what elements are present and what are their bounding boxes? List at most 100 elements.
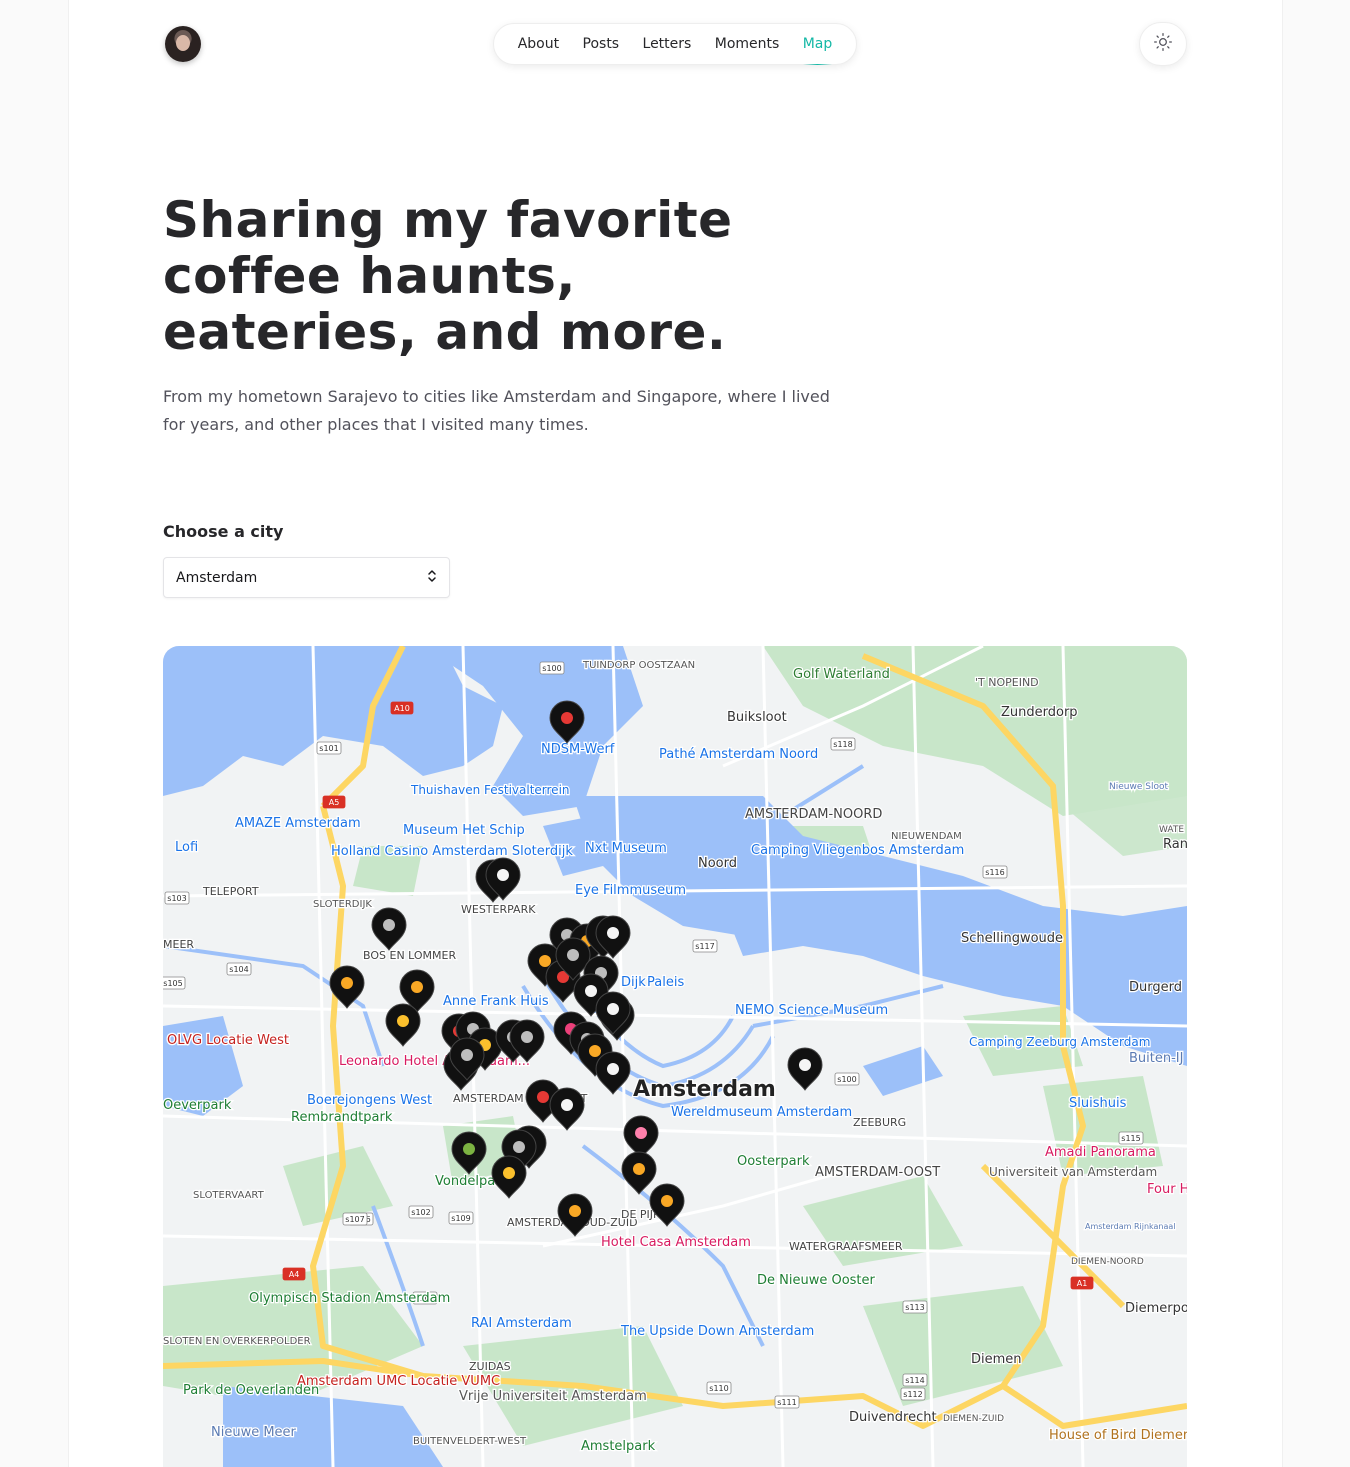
map-pin-cocktail-icon (497, 869, 509, 881)
nav-posts[interactable]: Posts (583, 36, 620, 52)
nav-about[interactable]: About (518, 36, 559, 52)
road-shield: s109 (448, 1211, 474, 1225)
map-pin-cocktail-icon (607, 1063, 619, 1075)
map-label: SLOTEN EN OVERKERPOLDER (163, 1336, 311, 1347)
road-shield-label: s117 (695, 942, 714, 951)
map-label: Camping Zeeburg Amsterdam (969, 1035, 1150, 1049)
road-shield-label: s112 (903, 1390, 922, 1399)
map-pin-coffee-icon (461, 1049, 473, 1061)
city-select[interactable]: Amsterdam (163, 557, 450, 598)
map-label: Nieuwe Meer (211, 1425, 297, 1440)
city-map[interactable]: A10A5A4A1s101s102s103s104s105s106s107s10… (163, 646, 1187, 1467)
map-label: MEER (163, 938, 194, 951)
road-shield-label: s115 (1121, 1134, 1140, 1143)
map-canvas[interactable]: A10A5A4A1s101s102s103s104s105s106s107s10… (163, 646, 1187, 1467)
map-label: Nieuwe Sloot (1109, 782, 1168, 792)
map-label: De Nieuwe Ooster (757, 1273, 876, 1288)
map-label: NEMO Science Museum (735, 1003, 888, 1018)
map-pin-taco-icon (539, 955, 551, 967)
map-label: Museum Het Schip (403, 823, 525, 838)
avatar[interactable] (165, 26, 201, 62)
map-label: Anne Frank Huis (443, 994, 549, 1009)
map-pin-coffee-icon (383, 919, 395, 931)
map-label: Holland Casino Amsterdam Sloterdijk (331, 844, 573, 859)
map-label: Boerejongens West (307, 1093, 432, 1108)
map-label: Amsterdam (633, 1077, 776, 1102)
map-label: BUITENVELDERT-WEST (413, 1436, 527, 1447)
map-label: Wereldmuseum Amsterdam (671, 1105, 852, 1120)
road-shield-label: s102 (411, 1208, 430, 1217)
map-pin-cocktail-icon (607, 927, 619, 939)
map-pin-taco-icon (411, 981, 423, 993)
map-label: Paleis (647, 975, 684, 990)
map-label: DIEMEN-ZUID (943, 1414, 1004, 1424)
map-label: ZEEBURG (853, 1116, 906, 1129)
map-pin-coffee-icon (521, 1031, 533, 1043)
city-picker-label: Choose a city (163, 522, 284, 541)
sun-icon (1153, 32, 1173, 56)
road-shield: s104 (226, 962, 252, 976)
road-shield: s115 (1118, 1131, 1144, 1145)
map-pin-tree-icon (463, 1143, 475, 1155)
road-shield-label: s113 (905, 1303, 924, 1312)
nav-letters[interactable]: Letters (643, 36, 692, 52)
road-shield: s107 (342, 1212, 368, 1226)
road-shield-label: A1 (1077, 1279, 1088, 1288)
map-pin-cocktail-icon (585, 985, 597, 997)
map-pin-cocktail-icon (799, 1059, 811, 1071)
map-label: Pathé Amsterdam Noord (659, 747, 818, 762)
map-label: Olympisch Stadion Amsterdam (249, 1291, 450, 1306)
map-label: AMSTERDAM-NOORD (745, 807, 882, 822)
map-pin-taco-icon (633, 1163, 645, 1175)
road-shield: s102 (408, 1205, 434, 1219)
road-shield-label: s107 (345, 1215, 364, 1224)
map-pin-taco-icon (341, 977, 353, 989)
map-label: Durgerd (1129, 980, 1182, 995)
map-label: Nxt Museum (585, 841, 667, 856)
map-label: Universiteit van Amsterdam (989, 1165, 1157, 1179)
road-shield-label: s103 (167, 894, 186, 903)
map-label: Amadi Panorama (1045, 1145, 1156, 1160)
nav-moments[interactable]: Moments (715, 36, 780, 52)
theme-toggle-button[interactable] (1139, 22, 1187, 66)
map-label: Amstelpark (581, 1439, 656, 1454)
map-label: 'T NOPEIND (975, 676, 1039, 689)
map-label: Eye Filmmuseum (575, 883, 686, 898)
map-label: Noord (698, 856, 737, 871)
map-pin-cocktail-icon (607, 1003, 619, 1015)
map-label: AMSTERDAM-OOST (815, 1165, 940, 1180)
map-label: TUINDORP OOSTZAAN (582, 660, 695, 671)
nav-map[interactable]: Map (802, 36, 832, 65)
road-shield: s110 (706, 1381, 732, 1395)
map-pin-cocktail-icon (561, 1099, 573, 1111)
road-shield: s114 (902, 1373, 928, 1387)
highway-shield: A1 (1070, 1276, 1094, 1290)
map-label: OLVG Locatie West (167, 1033, 289, 1048)
road-shield: s112 (900, 1387, 926, 1401)
road-shield-label: s111 (777, 1398, 796, 1407)
map-label: Schellingwoude (961, 931, 1063, 946)
road-shield-label: s105 (163, 979, 182, 988)
map-label: Amsterdam Rijnkanaal (1085, 1222, 1176, 1231)
road-shield-label: A5 (329, 798, 340, 807)
road-shield: s100 (834, 1072, 860, 1086)
highway-shield: A5 (322, 795, 346, 809)
road-shield-label: s110 (709, 1384, 728, 1393)
map-label: Amsterdam UMC Locatie VUMC (297, 1374, 500, 1389)
map-label: Camping Vliegenbos Amsterdam (751, 843, 964, 858)
map-label: House of Bird Diemerbos (1049, 1428, 1187, 1443)
highway-shield: A10 (390, 701, 414, 715)
map-pin-meat-icon (537, 1091, 549, 1103)
map-pin-taco-icon (569, 1205, 581, 1217)
road-shield-label: s100 (837, 1075, 856, 1084)
road-shield: s117 (692, 939, 718, 953)
road-shield: s118 (830, 737, 856, 751)
map-label: RAI Amsterdam (471, 1316, 572, 1331)
map-label: Ran (1163, 837, 1187, 852)
page-title: Sharing my favorite coffee haunts, eater… (163, 191, 733, 361)
page-description: From my hometown Sarajevo to cities like… (163, 387, 830, 434)
road-shield: s101 (316, 741, 342, 755)
road-shield-label: s116 (985, 868, 1004, 877)
map-label: Hotel Casa Amsterdam (601, 1235, 751, 1250)
map-label: Oeverpark (163, 1098, 232, 1113)
